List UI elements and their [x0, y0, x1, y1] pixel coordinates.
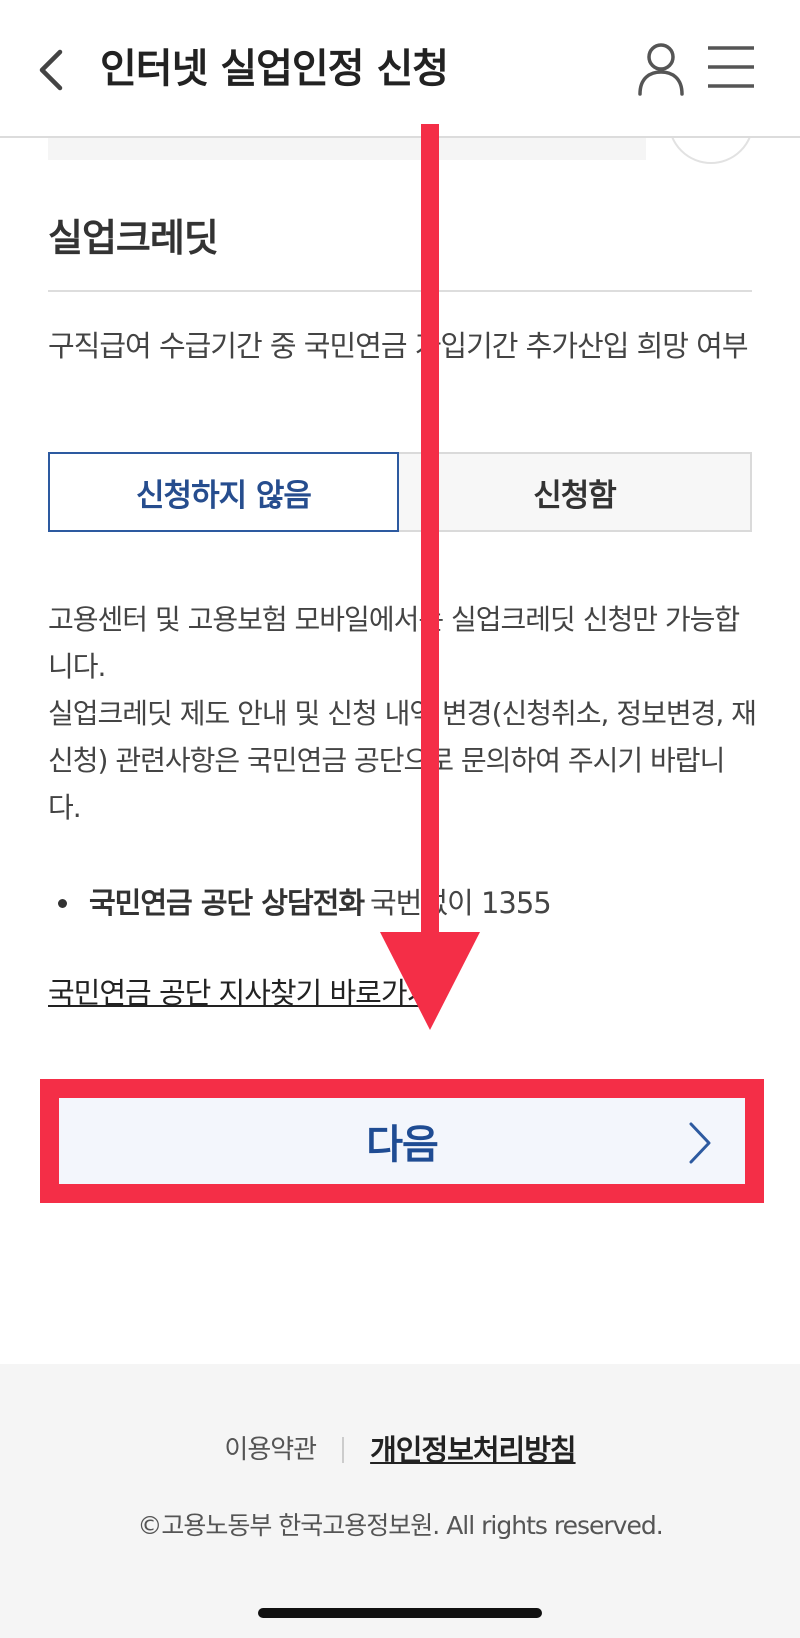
user-button[interactable] [636, 40, 686, 96]
home-indicator[interactable] [258, 1608, 542, 1618]
hamburger-menu-icon [708, 46, 754, 88]
contact-item: 국민연금 공단 상담전화 국번없이 1355 [48, 878, 552, 928]
footer: 이용약관 개인정보처리방침 ©고용노동부 한국고용정보원. All rights… [0, 1364, 800, 1638]
option-not-apply[interactable]: 신청하지 않음 [48, 452, 399, 532]
highlight-annotation-box [40, 1079, 764, 1203]
section-divider [48, 290, 752, 292]
footer-divider [342, 1437, 345, 1463]
notice-text: 고용센터 및 고용보험 모바일에서는 실업크레딧 신청만 가능합니다. 실업크레… [48, 596, 757, 831]
app-header: 인터넷 실업인정 신청 [0, 0, 800, 138]
back-button[interactable] [30, 40, 74, 100]
option-apply[interactable]: 신청함 [397, 452, 752, 532]
menu-button[interactable] [706, 44, 756, 90]
terms-link[interactable]: 이용약관 [224, 1430, 317, 1470]
bullet-icon [58, 898, 67, 908]
credit-question: 구직급여 수급기간 중 국민연금 가입기간 추가산입 희망 여부 [48, 329, 749, 363]
section-title: 실업크레딧 [48, 216, 219, 260]
chevron-left-icon [39, 49, 63, 91]
user-icon [638, 43, 684, 96]
contact-label: 국민연금 공단 상담전화 [89, 886, 365, 920]
copyright: ©고용노동부 한국고용정보원. All rights reserved. [137, 1511, 663, 1540]
privacy-policy-link[interactable]: 개인정보처리방침 [370, 1430, 576, 1470]
notice-line: 고용센터 및 고용보험 모바일에서는 실업크레딧 신청만 가능합니다. [48, 603, 740, 683]
footer-links: 이용약관 개인정보처리방침 [0, 1430, 800, 1470]
branch-finder-link[interactable]: 국민연금 공단 지사찾기 바로가기 [48, 968, 433, 1018]
page-title: 인터넷 실업인정 신청 [100, 46, 449, 92]
notice-line: 실업크레딧 제도 안내 및 신청 내역 변경(신청취소, 정보변경, 재신청) … [48, 697, 757, 824]
previous-section-field [48, 136, 646, 160]
contact-number: 국번없이 1355 [370, 886, 552, 920]
